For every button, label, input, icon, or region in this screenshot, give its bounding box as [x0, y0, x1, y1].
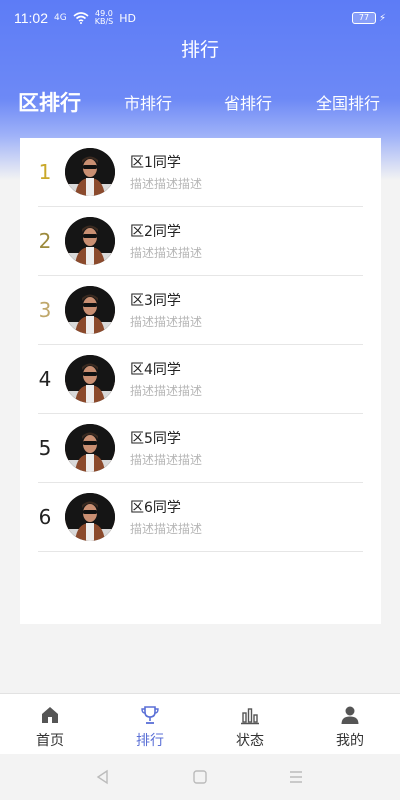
- tabbar-label-status: 状态: [236, 733, 264, 749]
- page-title: 排行: [180, 39, 219, 61]
- avatar: [65, 286, 115, 334]
- list-item[interactable]: 3 区3同学描述描述描述: [38, 276, 363, 345]
- avatar: [65, 217, 115, 265]
- student-description: 描述描述描述: [130, 384, 203, 398]
- rank-number: 1: [38, 160, 52, 184]
- bar-chart-icon: [239, 704, 261, 726]
- tab-district[interactable]: 区排行: [18, 87, 81, 117]
- trophy-icon: [139, 704, 161, 726]
- rank-number: 5: [38, 436, 52, 460]
- rank-number: 6: [38, 505, 52, 529]
- ranking-list: 1 区1同学 描述描述描述 2 区2同学 描述描述描述 3 区3同学 描述描述描述 4 区4同学 描述…: [20, 138, 381, 624]
- student-name: 区1同学: [130, 155, 181, 171]
- student-name: 区3同学: [130, 293, 181, 309]
- home-icon: [39, 704, 61, 726]
- tabbar-item-status[interactable]: 状态: [200, 694, 300, 754]
- student-description: 描述描述描述: [130, 453, 203, 467]
- tabbar-item-home[interactable]: 首页: [0, 694, 100, 754]
- tabbar-label-home: 首页: [36, 733, 64, 749]
- net-speed-unit: KB/S: [94, 17, 114, 26]
- wifi-icon: [73, 12, 89, 24]
- rank-number: 4: [38, 367, 52, 391]
- student-description: 描述描述描述: [130, 315, 203, 329]
- system-navigation-bar: [0, 754, 400, 800]
- list-item[interactable]: 1 区1同学描述描述描述: [38, 138, 363, 207]
- list-item[interactable]: 4 区4同学描述描述描述: [38, 345, 363, 414]
- student-description: 描述描述描述: [130, 246, 203, 260]
- charging-icon: ⚡: [378, 12, 386, 24]
- student-name: 区5同学: [130, 431, 181, 447]
- signal-icon: 4G: [54, 13, 67, 23]
- student-description: 描述描述描述: [130, 522, 203, 536]
- student-name: 区4同学: [130, 362, 181, 378]
- avatar: [65, 148, 115, 196]
- battery-icon: 77: [351, 12, 376, 24]
- tab-city[interactable]: 市排行: [124, 90, 172, 114]
- rank-number: 2: [38, 229, 52, 253]
- avatar: [65, 355, 115, 403]
- tab-national[interactable]: 全国排行: [316, 90, 380, 114]
- student-description: 描述描述描述: [130, 177, 203, 191]
- tabbar-item-ranking[interactable]: 排行: [100, 694, 200, 754]
- tab-province[interactable]: 省排行: [224, 90, 272, 114]
- menu-icon[interactable]: [287, 768, 305, 786]
- tabbar-item-mine[interactable]: 我的: [300, 694, 400, 754]
- bottom-tab-bar: 首页 排行 状态 我的: [0, 693, 400, 754]
- tabbar-label-ranking: 排行: [136, 733, 164, 749]
- list-item[interactable]: 6 区6同学描述描述描述: [38, 483, 363, 552]
- status-time: 11:02: [14, 10, 48, 26]
- student-name: 区6同学: [130, 500, 181, 516]
- home-button-icon[interactable]: [191, 768, 209, 786]
- list-item[interactable]: 5 区5同学描述描述描述: [38, 414, 363, 483]
- avatar: [65, 424, 115, 472]
- avatar: [65, 493, 115, 541]
- status-bar: 11:02 4G 49.0 KB/S HD 77 ⚡: [0, 0, 400, 36]
- hd-indicator: HD: [119, 11, 136, 25]
- list-item[interactable]: 2 区2同学描述描述描述: [38, 207, 363, 276]
- student-name: 区2同学: [130, 224, 181, 240]
- back-icon[interactable]: [94, 768, 112, 786]
- ranking-tabs: 区排行 市排行 省排行 全国排行: [0, 84, 400, 120]
- rank-number: 3: [38, 298, 52, 322]
- user-icon: [339, 704, 361, 726]
- tabbar-label-mine: 我的: [336, 733, 364, 749]
- net-speed: 49.0 KB/S: [95, 10, 114, 26]
